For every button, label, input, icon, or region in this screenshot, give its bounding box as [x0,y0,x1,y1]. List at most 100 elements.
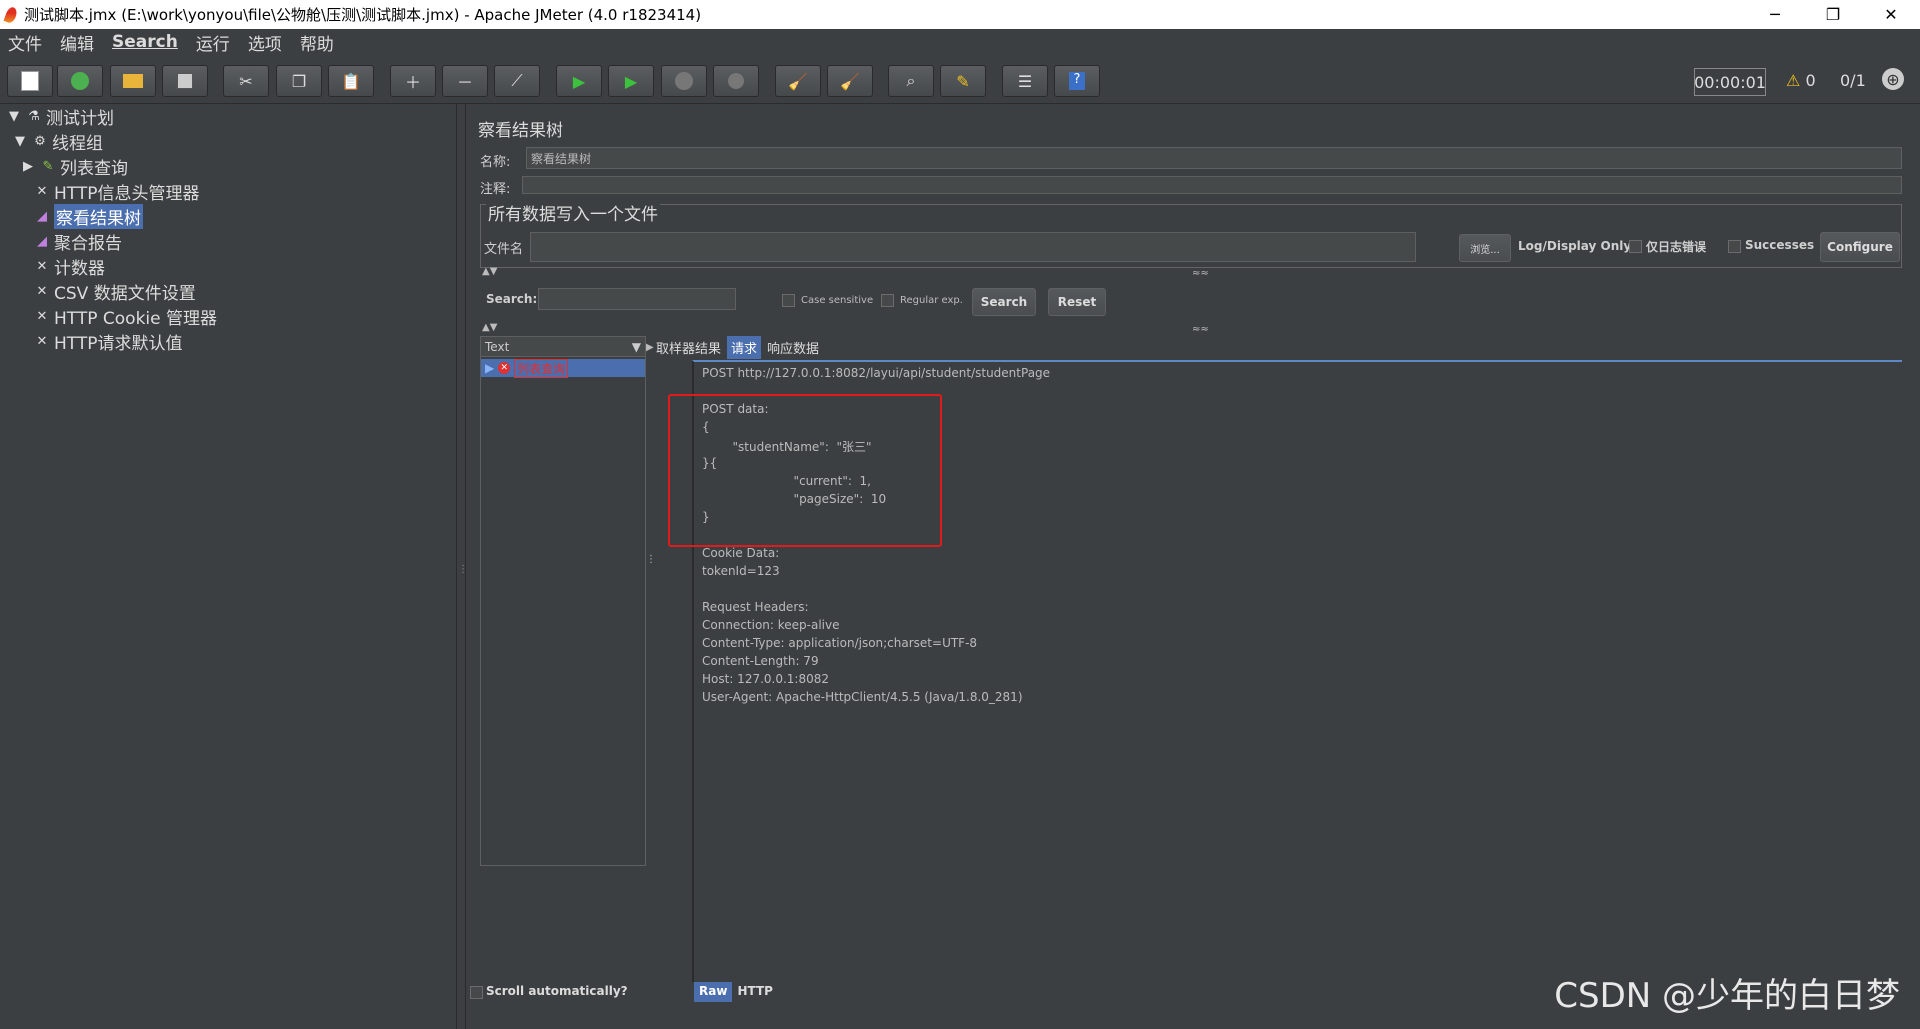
tab-request[interactable]: 请求 [727,335,762,359]
errors-only-checkbox[interactable] [1629,240,1642,253]
tree-item-label: HTTP Cookie 管理器 [54,308,218,329]
collapse-arrows-icon[interactable]: ▲▼ [482,266,497,277]
menu-help[interactable]: 帮助 [300,30,334,55]
scroll-auto-label: Scroll automatically? [486,984,628,998]
collapse-icon[interactable]: － [442,65,488,97]
function-helper-icon[interactable]: ☰ [1002,65,1048,97]
renderer-select-value: Text [485,339,510,354]
panel-title: 察看结果树 [478,121,563,141]
expand-icon[interactable]: ＋ [390,65,436,97]
search-binoculars-icon[interactable]: ⌕ [888,65,934,97]
warning-count[interactable]: ⚠ 0 [1786,71,1816,90]
tree-item-thread-group[interactable]: ▼ ⚙ 线程组 [12,129,103,154]
tab-sampler-result[interactable]: 取样器结果 [652,336,725,359]
request-line: Request Headers: [702,600,809,614]
close-button[interactable]: ✕ [1862,0,1920,29]
splitter-grip-icon[interactable]: ⋮ [646,554,656,565]
name-field[interactable]: 察看结果树 [526,147,1902,169]
config-tools-icon: ✕ [36,183,48,199]
elapsed-timer: 00:00:01 [1694,68,1766,96]
shutdown-icon[interactable] [713,65,759,97]
successes-label: Successes [1745,238,1815,252]
successes-checkbox[interactable] [1728,240,1741,253]
reset-button[interactable]: Reset [1048,288,1106,316]
dropdown-arrow-icon: ▼ [631,339,641,354]
write-file-group-title: 所有数据写入一个文件 [486,200,660,225]
templates-icon[interactable] [57,65,103,97]
reset-search-icon[interactable]: ✎ [940,65,986,97]
expanded-arrow-icon[interactable]: ▼ [12,133,28,149]
tree-item-label: 察看结果树 [54,203,143,229]
restore-button[interactable]: ❐ [1804,0,1862,29]
request-line: Content-Type: application/json;charset=U… [702,636,978,650]
search-label: Search: [486,292,538,306]
toggle-icon[interactable]: ⟋ [494,65,540,97]
collapse-arrows-icon[interactable]: ▲▼ [482,322,497,333]
help-icon[interactable]: ? [1054,65,1100,97]
new-icon[interactable] [7,65,53,97]
menu-edit[interactable]: 编辑 [60,30,94,55]
case-sensitive-checkbox[interactable] [782,294,795,307]
listener-graph-icon: ◢ [37,208,47,224]
cut-icon[interactable]: ✂ [223,65,269,97]
save-icon[interactable] [162,65,208,97]
case-sensitive-label: Case sensitive [801,295,874,306]
menu-search[interactable]: Search [112,32,178,52]
divider-grip-icon[interactable]: ≈≈ [1192,324,1209,335]
filename-field[interactable] [530,232,1416,262]
tree-item-label: 列表查询 [60,158,128,179]
tab-http[interactable]: HTTP [732,982,777,1002]
config-tools-icon: ✕ [36,283,48,299]
expanded-arrow-icon[interactable]: ▼ [6,108,22,124]
paste-icon[interactable]: 📋 [328,65,374,97]
tab-raw[interactable]: Raw [694,982,733,1002]
warning-icon: ⚠ [1786,71,1801,90]
search-input[interactable] [538,288,736,310]
minimize-button[interactable]: ─ [1746,0,1804,29]
tab-response-data[interactable]: 响应数据 [763,336,823,359]
clear-icon[interactable]: 🧹 [775,65,821,97]
search-button[interactable]: Search [972,288,1036,316]
renderer-select[interactable]: Text ▼ [481,337,645,357]
stop-icon[interactable] [661,65,707,97]
clear-all-icon[interactable]: 🧹 [827,65,873,97]
collapsed-arrow-icon[interactable]: ▶ [20,158,36,174]
tree-item-label: 聚合报告 [54,233,122,254]
toolbar: ✂ ❐ 📋 ＋ － ⟋ ▶ ▶ 🧹 🧹 ⌕ ✎ ☰ ? 00:00:01 ⚠ 0… [0,55,1920,104]
browse-button[interactable]: 浏览... [1459,234,1511,262]
menu-options[interactable]: 选项 [248,30,282,55]
active-threads: 0/1 [1840,71,1866,90]
comment-field[interactable] [522,176,1902,194]
tree-item-view-results-tree[interactable]: ◢ 察看结果树 [34,203,143,229]
tree-item-counter[interactable]: ✕ 计数器 [34,254,105,279]
start-icon[interactable]: ▶ [556,65,602,97]
tree-item-list-query[interactable]: ▶ ✎ 列表查询 [20,154,128,179]
open-icon[interactable] [110,65,156,97]
tree-item-aggregate-report[interactable]: ◢ 聚合报告 [34,229,122,254]
start-no-pauses-icon[interactable]: ▶ [608,65,654,97]
regular-exp-checkbox[interactable] [881,294,894,307]
menu-run[interactable]: 运行 [196,30,230,55]
divider-grip-icon[interactable]: ≈≈ [1192,268,1209,279]
request-line: Cookie Data: [702,546,780,560]
view-results-tree-panel: 察看结果树 名称: 察看结果树 注释: 所有数据写入一个文件 文件名 浏览...… [466,104,1920,1029]
listener-graph-icon: ◢ [37,233,47,249]
tree-item-label: 计数器 [54,258,105,279]
tree-item-csv-data-set[interactable]: ✕ CSV 数据文件设置 [34,279,196,304]
remote-globe-icon[interactable]: ⊕ [1882,68,1904,90]
menu-bar: 文件 编辑 Search 运行 选项 帮助 [0,29,1920,55]
result-row[interactable]: ▶ ✕ 列表查询 [481,358,645,378]
tree-item-http-header-manager[interactable]: ✕ HTTP信息头管理器 [34,179,200,204]
main-splitter[interactable]: ⋮ [456,104,468,1029]
tree-item-http-cookie-manager[interactable]: ✕ HTTP Cookie 管理器 [34,304,218,329]
scroll-auto-checkbox[interactable] [470,986,483,999]
tree-item-test-plan[interactable]: ▼ ⚗ 测试计划 [6,104,114,129]
tree-item-http-request-defaults[interactable]: ✕ HTTP请求默认值 [34,329,183,354]
configure-button[interactable]: Configure [1820,232,1900,262]
sampler-pen-icon: ✎ [42,158,54,174]
menu-file[interactable]: 文件 [8,30,42,55]
log-display-label: Log/Display Only: [1518,239,1636,253]
test-plan-icon: ⚗ [28,108,40,124]
copy-icon[interactable]: ❐ [276,65,322,97]
highlight-box [668,394,942,547]
